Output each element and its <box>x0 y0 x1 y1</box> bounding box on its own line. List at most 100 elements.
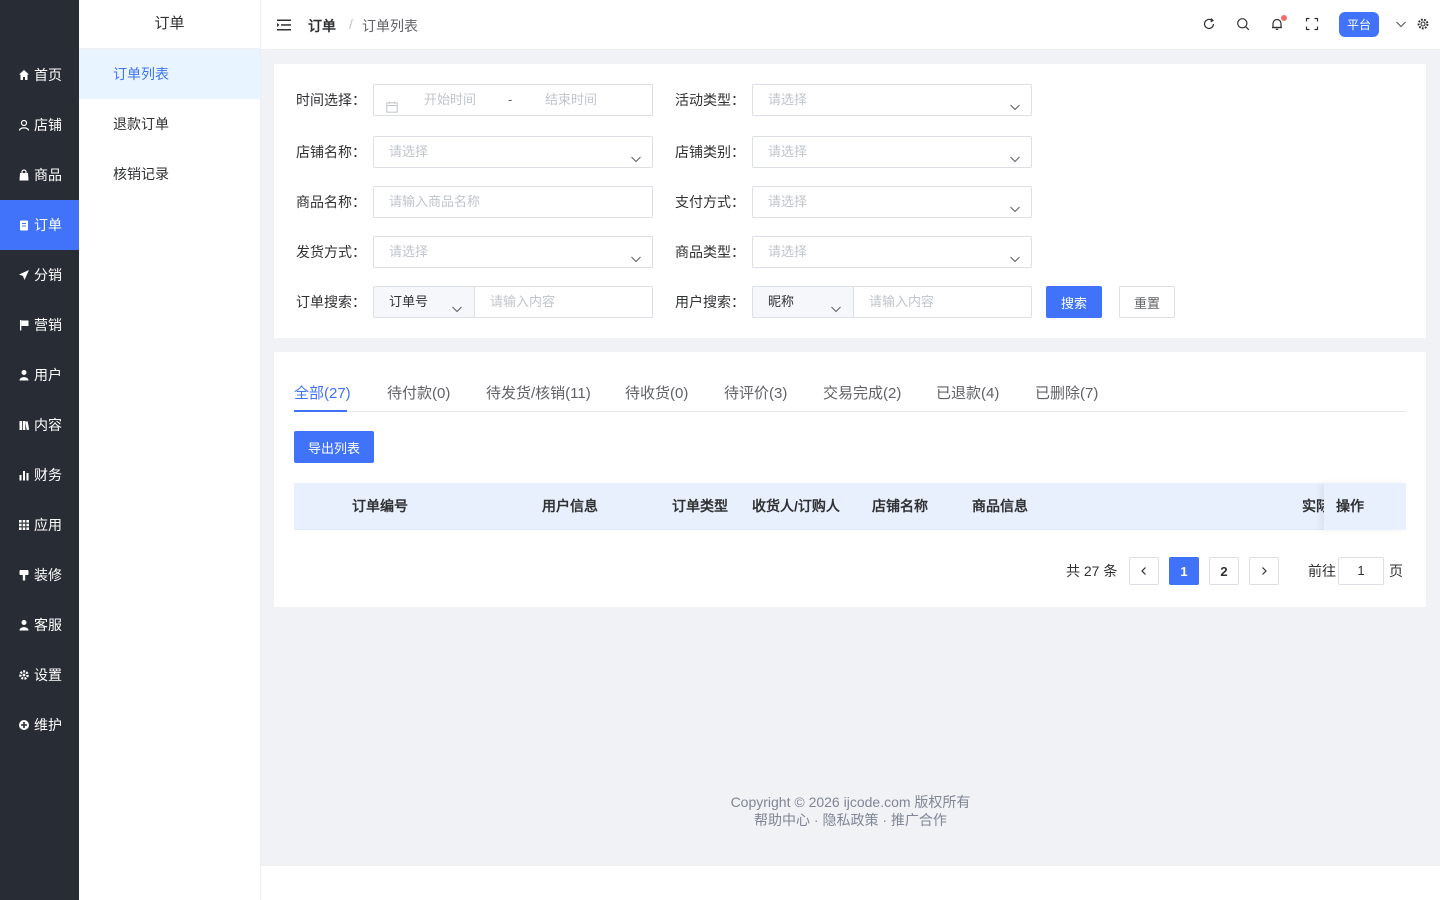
payment-method-placeholder: 请选择 <box>768 194 808 209</box>
refresh-icon[interactable] <box>1202 17 1216 31</box>
tab-pending-review[interactable]: 待评价(3) <box>724 382 787 403</box>
shop-name-select[interactable]: 请选择 <box>373 136 653 168</box>
tab-pending-shipment[interactable]: 待发货/核销(11) <box>486 382 591 403</box>
search-button[interactable]: 搜索 <box>1046 286 1102 318</box>
pagination-goto-input[interactable]: 1 <box>1338 557 1384 585</box>
notification-badge-dot <box>1281 15 1287 21</box>
breadcrumb-parent[interactable]: 订单 <box>308 16 336 36</box>
notification-bell-icon[interactable] <box>1270 15 1287 31</box>
shop-category-placeholder: 请选择 <box>768 144 808 159</box>
sidebar-item-orders[interactable]: 订单 <box>0 200 79 250</box>
pagination-total: 共 27 条 <box>1066 563 1118 579</box>
order-search-placeholder: 请输入内容 <box>490 294 556 309</box>
pagination-next-button[interactable] <box>1249 557 1279 585</box>
tab-pending-receipt[interactable]: 待收货(0) <box>625 382 688 403</box>
tab-refunded[interactable]: 已退款(4) <box>936 382 999 403</box>
column-user-info: 用户信息 <box>542 498 598 514</box>
shop-category-select[interactable]: 请选择 <box>752 136 1032 168</box>
column-actions: 操作 <box>1336 498 1364 514</box>
sidebar-item-customer-service[interactable]: 客服 <box>0 600 79 650</box>
product-name-placeholder: 请输入商品名称 <box>389 194 481 209</box>
fullscreen-icon[interactable] <box>1305 17 1319 31</box>
shop-icon <box>17 119 30 132</box>
search-form-card: 时间选择： 开始时间 - 结束时间 活动类型： 请选择 店铺名称： 请选择 店铺… <box>274 64 1426 338</box>
sidebar-item-users[interactable]: 用户 <box>0 350 79 400</box>
activity-type-select[interactable]: 请选择 <box>752 84 1032 116</box>
sidebar-item-finance[interactable]: 财务 <box>0 450 79 500</box>
sidebar-item-label: 客服 <box>34 617 62 633</box>
pagination-prev-button[interactable] <box>1129 557 1159 585</box>
shop-category-label: 店铺类别： <box>675 144 745 160</box>
chevron-down-icon <box>630 246 642 263</box>
settings-gear-icon[interactable] <box>1416 17 1430 31</box>
payment-method-select[interactable]: 请选择 <box>752 186 1032 218</box>
user-search-input[interactable]: 请输入内容 <box>853 286 1032 318</box>
flag-icon <box>17 319 30 332</box>
sidebar-item-distribution[interactable]: 分销 <box>0 250 79 300</box>
submenu-title: 订单 <box>79 0 260 49</box>
chevron-down-icon <box>830 296 842 313</box>
breadcrumb-separator: / <box>349 16 353 32</box>
sidebar-item-decoration[interactable]: 装修 <box>0 550 79 600</box>
sidebar-item-label: 订单 <box>34 217 62 233</box>
pagination-page-1[interactable]: 1 <box>1169 557 1199 585</box>
sidebar-item-home[interactable]: 首页 <box>0 50 79 100</box>
shop-name-label: 店铺名称： <box>296 144 366 160</box>
chevron-down-icon <box>1009 94 1021 111</box>
submenu: 订单 订单列表 退款订单 核销记录 <box>79 0 261 900</box>
tab-pending-payment[interactable]: 待付款(0) <box>387 382 450 403</box>
table-header: 订单编号 用户信息 订单类型 收货人/订购人 店铺名称 商品信息 实际 操作 <box>294 483 1406 530</box>
start-time-placeholder[interactable]: 开始时间 <box>424 85 476 115</box>
book-icon <box>17 419 30 432</box>
sidebar-item-content[interactable]: 内容 <box>0 400 79 450</box>
order-list-card: 全部(27) 待付款(0) 待发货/核销(11) 待收货(0) 待评价(3) 交… <box>274 352 1426 607</box>
bag-icon <box>17 169 30 182</box>
pagination-page-2[interactable]: 2 <box>1209 557 1239 585</box>
product-name-input[interactable]: 请输入商品名称 <box>373 186 653 218</box>
export-list-button[interactable]: 导出列表 <box>294 431 374 463</box>
main-sidebar: 首页 店铺 商品 订单 分销 营销 用户 内容 财务 应用 装修 客服 设置 维… <box>0 0 79 900</box>
range-separator: - <box>508 92 513 107</box>
user-search-label: 用户搜索： <box>675 294 745 310</box>
calendar-icon <box>386 94 398 113</box>
sidebar-item-shop[interactable]: 店铺 <box>0 100 79 150</box>
column-product-info: 商品信息 <box>972 498 1028 514</box>
submenu-item-refund-orders[interactable]: 退款订单 <box>79 99 260 149</box>
footer-links[interactable]: 帮助中心 · 隐私政策 · 推广合作 <box>261 811 1440 829</box>
submenu-item-verification-records[interactable]: 核销记录 <box>79 149 260 199</box>
tab-deleted[interactable]: 已删除(7) <box>1035 382 1098 403</box>
pagination-goto-suffix: 页 <box>1389 563 1403 579</box>
product-type-select[interactable]: 请选择 <box>752 236 1032 268</box>
user-icon <box>17 369 30 382</box>
delivery-method-placeholder: 请选择 <box>389 244 429 259</box>
sidebar-item-maintenance[interactable]: 维护 <box>0 700 79 750</box>
sidebar-item-products[interactable]: 商品 <box>0 150 79 200</box>
user-search-field-value: 昵称 <box>768 294 795 309</box>
sidebar-item-settings[interactable]: 设置 <box>0 650 79 700</box>
chevron-left-icon <box>1141 567 1146 575</box>
tab-all[interactable]: 全部(27) <box>294 382 351 403</box>
platform-badge[interactable]: 平台 <box>1339 12 1379 37</box>
tab-completed[interactable]: 交易完成(2) <box>823 382 901 403</box>
menu-toggle-icon[interactable] <box>277 18 291 32</box>
order-search-field-select[interactable]: 订单号 <box>373 286 475 318</box>
product-type-placeholder: 请选择 <box>768 244 808 259</box>
activity-type-label: 活动类型： <box>675 92 745 108</box>
sidebar-item-label: 分销 <box>34 267 62 283</box>
fixed-action-column: 操作 <box>1324 483 1406 530</box>
delivery-method-select[interactable]: 请选择 <box>373 236 653 268</box>
sidebar-item-marketing[interactable]: 营销 <box>0 300 79 350</box>
sidebar-item-apps[interactable]: 应用 <box>0 500 79 550</box>
end-time-placeholder[interactable]: 结束时间 <box>545 85 597 115</box>
order-search-input[interactable]: 请输入内容 <box>474 286 653 318</box>
order-search-label: 订单搜索： <box>296 294 366 310</box>
submenu-item-order-list[interactable]: 订单列表 <box>79 49 260 99</box>
date-range-picker[interactable]: 开始时间 - 结束时间 <box>373 84 653 116</box>
order-search-field-value: 订单号 <box>389 294 429 309</box>
search-icon[interactable] <box>1236 17 1250 31</box>
reset-button[interactable]: 重置 <box>1119 286 1175 318</box>
chevron-down-icon[interactable] <box>1394 17 1408 31</box>
user-search-field-select[interactable]: 昵称 <box>752 286 854 318</box>
column-shop-name: 店铺名称 <box>872 498 928 514</box>
top-header: 订单 / 订单列表 平台 <box>261 0 1440 50</box>
